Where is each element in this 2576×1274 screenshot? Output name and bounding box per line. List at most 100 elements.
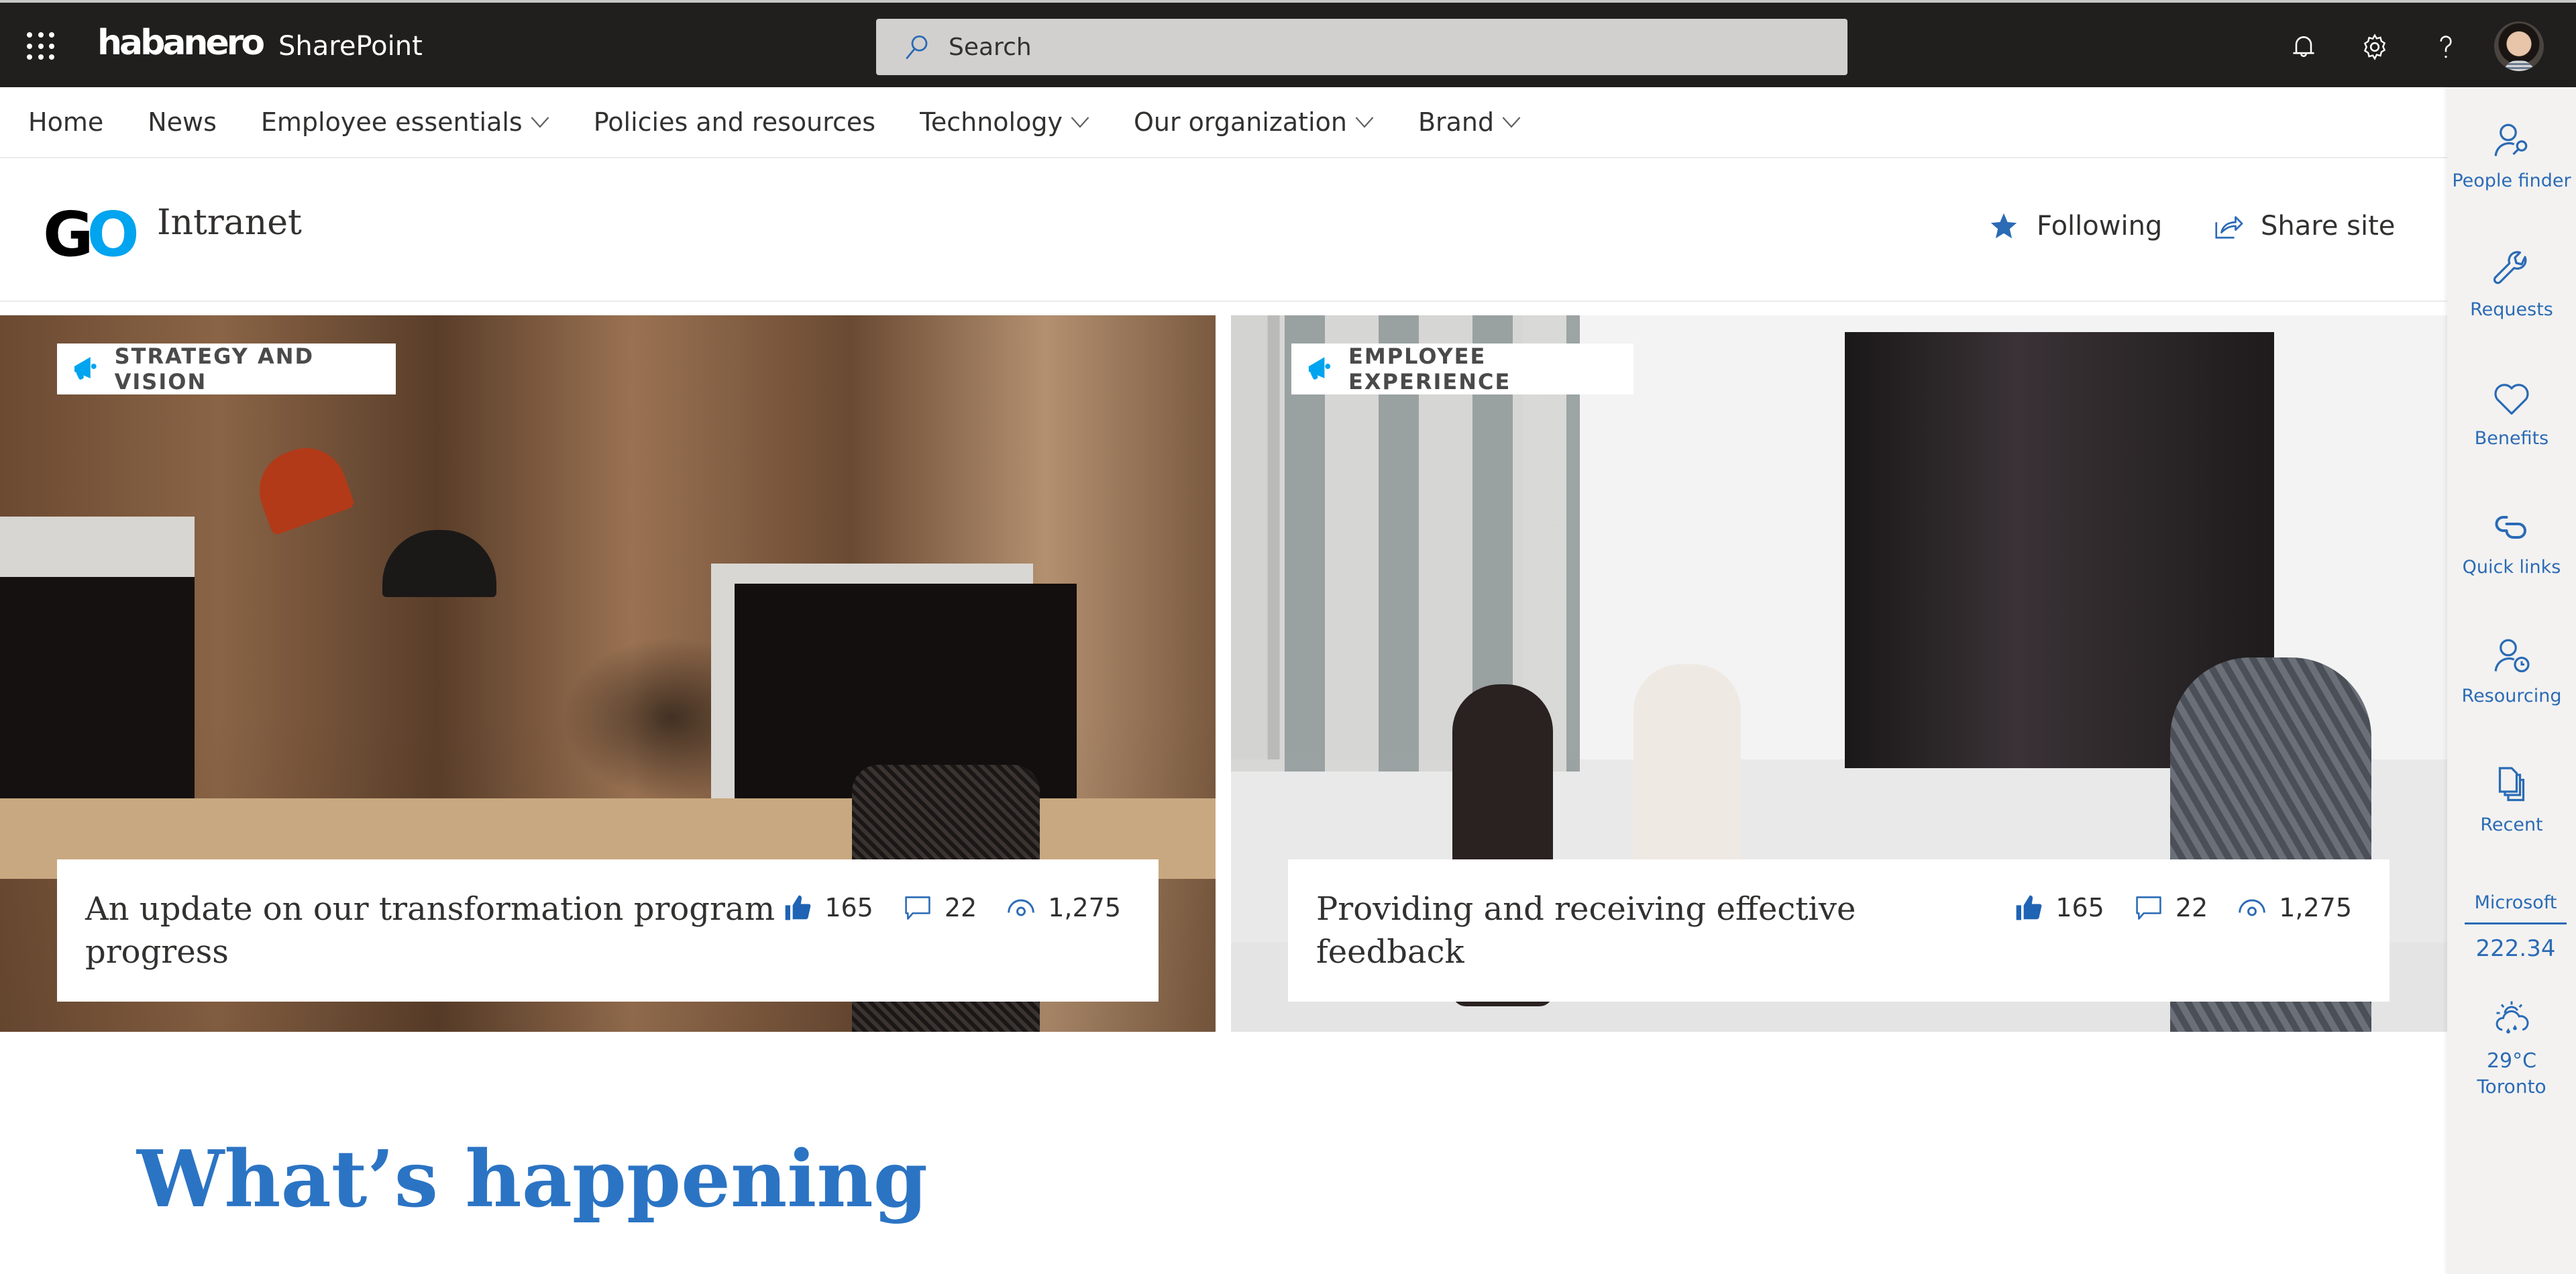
weather-temperature: 29°C bbox=[2486, 1049, 2537, 1073]
site-title[interactable]: Intranet bbox=[157, 203, 302, 243]
nav-item-policies-and-resources[interactable]: Policies and resources bbox=[594, 107, 875, 137]
news-title[interactable]: Providing and receiving effective feedba… bbox=[1316, 888, 1920, 973]
megaphone-icon bbox=[74, 357, 97, 380]
search-input[interactable]: Search bbox=[876, 19, 1847, 75]
rail-item-benefits[interactable]: Benefits bbox=[2447, 378, 2576, 449]
rail-item-people-finder[interactable]: People finder bbox=[2447, 121, 2576, 191]
rail-label: Recent bbox=[2480, 814, 2543, 835]
stock-widget[interactable]: Microsoft 222.34 bbox=[2465, 892, 2567, 962]
nav-label: Technology bbox=[920, 107, 1063, 137]
engagement-stats: 165 22 1,275 bbox=[1984, 893, 2352, 922]
nav-item-employee-essentials[interactable]: Employee essentials bbox=[261, 107, 549, 137]
weather-city: Toronto bbox=[2477, 1075, 2546, 1098]
right-rail: People finder Requests Benefits Quick li… bbox=[2447, 87, 2576, 1274]
stock-value: 222.34 bbox=[2475, 935, 2556, 962]
likes-count: 165 bbox=[2055, 893, 2104, 922]
news-caption[interactable]: Providing and receiving effective feedba… bbox=[1288, 859, 2390, 1002]
section-title: What’s happening bbox=[137, 1134, 928, 1225]
logo-letter-g: G bbox=[43, 199, 93, 270]
rail-label: Requests bbox=[2470, 299, 2553, 320]
hero-news-card[interactable]: EMPLOYEE EXPERIENCE Providing and receiv… bbox=[1231, 315, 2447, 1032]
category-tag[interactable]: STRATEGY AND VISION bbox=[57, 343, 396, 394]
news-title[interactable]: An update on our transformation program … bbox=[85, 888, 783, 973]
gear-icon[interactable] bbox=[2356, 28, 2394, 66]
stock-name: Microsoft bbox=[2465, 892, 2567, 924]
chevron-down-icon bbox=[531, 117, 549, 128]
rail-item-requests[interactable]: Requests bbox=[2447, 250, 2576, 320]
rail-item-recent[interactable]: Recent bbox=[2447, 765, 2576, 835]
nav-label: News bbox=[148, 107, 217, 137]
chevron-down-icon bbox=[1071, 117, 1089, 128]
thumbs-up-icon bbox=[785, 895, 811, 920]
app-name[interactable]: SharePoint bbox=[278, 31, 423, 62]
category-tag[interactable]: EMPLOYEE EXPERIENCE bbox=[1291, 343, 1633, 394]
search-placeholder: Search bbox=[949, 33, 1032, 61]
comments-stat[interactable]: 22 bbox=[2134, 893, 2208, 922]
site-header: GO Intranet Following Share site bbox=[0, 158, 2447, 302]
engagement-stats: 165 22 1,275 bbox=[753, 893, 1121, 922]
desk-lamp bbox=[382, 530, 496, 597]
help-icon[interactable] bbox=[2427, 28, 2465, 66]
rail-label: People finder bbox=[2452, 170, 2571, 191]
likes-count: 165 bbox=[824, 893, 873, 922]
share-site-button[interactable]: Share site bbox=[2212, 211, 2395, 242]
heart-icon bbox=[2494, 384, 2529, 415]
comments-count: 22 bbox=[2175, 893, 2208, 922]
megaphone-icon bbox=[1308, 357, 1331, 380]
comments-stat[interactable]: 22 bbox=[903, 893, 977, 922]
nav-item-brand[interactable]: Brand bbox=[1418, 107, 1521, 137]
views-count: 1,275 bbox=[1048, 893, 1121, 922]
nav-label: Our organization bbox=[1133, 107, 1347, 137]
chevron-down-icon bbox=[1502, 117, 1521, 128]
hero-news-card[interactable]: STRATEGY AND VISION An update on our tra… bbox=[0, 315, 1216, 1032]
comments-count: 22 bbox=[944, 893, 977, 922]
rail-item-quick-links[interactable]: Quick links bbox=[2447, 507, 2576, 578]
logo-letter-o: O bbox=[87, 199, 140, 270]
following-label: Following bbox=[2037, 211, 2163, 242]
search-icon bbox=[906, 35, 928, 60]
nav-item-home[interactable]: Home bbox=[28, 107, 103, 137]
rail-label: Benefits bbox=[2474, 428, 2549, 449]
nav-label: Employee essentials bbox=[260, 107, 523, 137]
likes-stat[interactable]: 165 bbox=[783, 893, 873, 922]
eye-icon bbox=[1008, 899, 1035, 916]
comment-icon bbox=[2136, 896, 2161, 920]
likes-stat[interactable]: 165 bbox=[2014, 893, 2104, 922]
nav-label: Home bbox=[28, 107, 104, 137]
views-stat: 1,275 bbox=[1006, 893, 1121, 922]
weather-widget[interactable]: 29°C Toronto bbox=[2447, 1000, 2576, 1098]
wrench-icon bbox=[2493, 251, 2527, 284]
views-count: 1,275 bbox=[2279, 893, 2352, 922]
person-clock-icon bbox=[2494, 639, 2530, 673]
nav-label: Brand bbox=[1417, 107, 1495, 137]
nav-label: Policies and resources bbox=[593, 107, 876, 137]
avatar[interactable] bbox=[2494, 21, 2544, 71]
rail-label: Quick links bbox=[2462, 557, 2561, 578]
link-icon bbox=[2495, 516, 2526, 539]
share-site-label: Share site bbox=[2261, 211, 2396, 242]
category-label: EMPLOYEE EXPERIENCE bbox=[1348, 343, 1511, 394]
partly-cloudy-rain-icon bbox=[2496, 1001, 2529, 1034]
chevron-down-icon bbox=[1355, 117, 1374, 128]
views-stat: 1,275 bbox=[2237, 893, 2352, 922]
following-button[interactable]: Following bbox=[1988, 211, 2162, 242]
share-icon bbox=[2215, 216, 2243, 239]
monitor-screen bbox=[0, 577, 195, 805]
app-launcher-icon[interactable] bbox=[27, 32, 55, 60]
comment-icon bbox=[905, 896, 930, 920]
rail-item-resourcing[interactable]: Resourcing bbox=[2447, 636, 2576, 706]
bell-icon[interactable] bbox=[2285, 28, 2322, 66]
nav-item-our-organization[interactable]: Our organization bbox=[1134, 107, 1374, 137]
hub-navigation: Home News Employee essentials Policies a… bbox=[0, 87, 2447, 158]
people-search-icon bbox=[2494, 123, 2528, 156]
thumbs-up-icon bbox=[2016, 895, 2042, 920]
star-icon bbox=[1990, 213, 2017, 239]
brand-logo[interactable]: habanero bbox=[97, 23, 265, 63]
site-logo[interactable]: GO bbox=[43, 204, 140, 266]
nav-item-technology[interactable]: Technology bbox=[920, 107, 1089, 137]
suite-bar: habanero SharePoint Search bbox=[0, 0, 2576, 87]
eye-icon bbox=[2239, 899, 2266, 916]
nav-item-news[interactable]: News bbox=[148, 107, 217, 137]
rail-label: Resourcing bbox=[2461, 686, 2562, 706]
news-caption[interactable]: An update on our transformation program … bbox=[57, 859, 1159, 1002]
